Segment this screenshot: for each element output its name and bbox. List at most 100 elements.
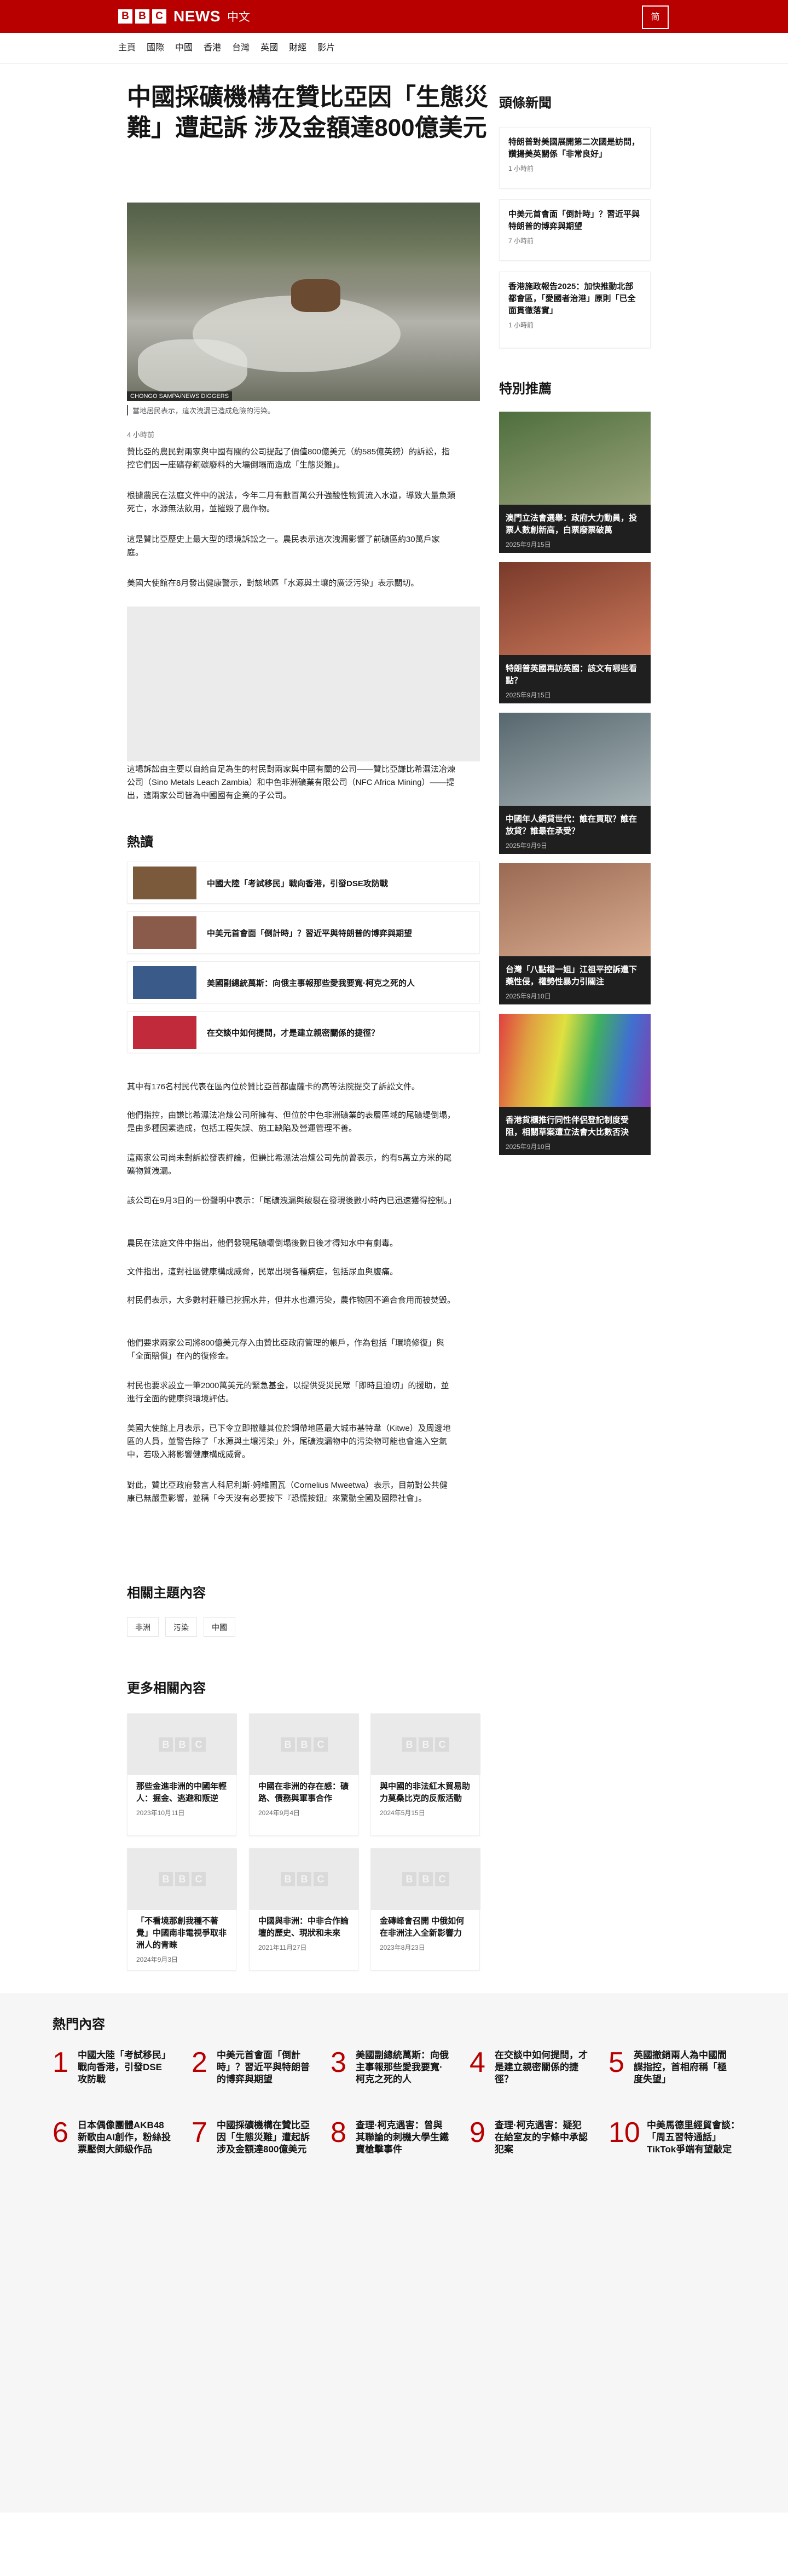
brand-language: 中文 [227, 11, 250, 24]
bbc-placeholder-image: BBC [250, 1714, 359, 1775]
card-title: 金磚峰會召開 中俄如何在非洲注入全新影響力 [380, 1916, 465, 1938]
brand-news: NEWS [173, 8, 221, 25]
feature-card[interactable]: 台灣「八點檔一姐」江祖平控訴遭下藥性侵，權勢性暴力引關注 2025年9月10日 [499, 863, 651, 1004]
nav-item-hongkong[interactable]: 香港 [204, 33, 221, 63]
trending-item[interactable]: 中國大陸「考試移民」戰向香港，引發DSE攻防戰 [127, 862, 480, 904]
most-read-title-text: 中國採礦機構在贊比亞因「生態災難」遭起訴 涉及金額達800億美元 [217, 2120, 310, 2155]
most-read-item[interactable]: 9 查理·柯克遇害：疑犯在給室友的字條中承認犯案 [470, 2117, 595, 2172]
card-date: 2024年9月3日 [136, 1956, 178, 1963]
top-story-time: 7 小時前 [508, 237, 534, 245]
most-read-item[interactable]: 7 中國採礦機構在贊比亞因「生態災難」遭起訴 涉及金額達800億美元 [192, 2117, 317, 2172]
nav-item-taiwan[interactable]: 台灣 [232, 33, 250, 63]
simplified-chinese-toggle[interactable]: 简 [642, 5, 669, 29]
related-topics-title: 相關主題內容 [127, 1586, 206, 1601]
article-paragraph: 其中有176名村民代表在區內位於贊比亞首都盧薩卡的高等法院提交了訴訟文件。 [127, 1082, 420, 1091]
article-paragraph: 這兩家公司尚未對訴訟發表評論，但謙比希濕法冶煉公司先前曾表示，約有5萬立方米的尾… [127, 1153, 452, 1176]
most-read-item[interactable]: 3 美國副總統萬斯：向俄主事報那些愛我要寬·柯克之死的人 [331, 2047, 456, 2102]
most-read-title-text: 中國大陸「考試移民」戰向香港，引發DSE攻防戰 [78, 2050, 171, 2084]
more-content-title: 更多相關內容 [127, 1681, 206, 1696]
feature-title: 澳門立法會選舉：政府大力動員，投票人數創新高，白票廢票破萬 [506, 513, 638, 535]
more-content-card[interactable]: BBC 與中國的非法紅木貿易助力莫桑比克的反叛活動 2024年5月15日 [370, 1713, 480, 1836]
article-headline: 中國採礦機構在贊比亞因「生態災難」遭起訴 涉及金額達800億美元 [127, 84, 488, 141]
nav-item-uk[interactable]: 英國 [260, 33, 278, 63]
logo-letter: B [118, 9, 132, 24]
most-read-title: 熱門內容 [53, 2017, 105, 2032]
rank-number: 7 [192, 2117, 207, 2148]
most-read-title-text: 中美馬德里經貿會談：「周五習特通話」TikTok爭端有望敲定 [647, 2120, 740, 2155]
bbc-placeholder-image: BBC [250, 1849, 359, 1910]
article-paragraph: 村民也要求設立一筆2000萬美元的緊急基金，以提供受災民眾「即時且迫切」的援助，… [127, 1381, 449, 1403]
card-date: 2024年5月15日 [380, 1809, 425, 1817]
top-story-card[interactable]: 香港施政報告2025：加快推動北部都會區，「愛國者治港」原則「已全面貫徹落實」 … [499, 272, 651, 348]
feature-card[interactable]: 澳門立法會選舉：政府大力動員，投票人數創新高，白票廢票破萬 2025年9月15日 [499, 412, 651, 553]
feature-card[interactable]: 香港貨櫃推行同性伴侶登記制度受阻，相關草案遭立法會大比數否決 2025年9月10… [499, 1014, 651, 1155]
top-story-title: 中美元首會面「倒計時」？習近平與特朗普的博弈與期望 [508, 210, 640, 231]
most-read-item[interactable]: 4 在交談中如何提問，才是建立親密關係的捷徑？ [470, 2047, 595, 2102]
article-paragraph: 對此，贊比亞政府發言人科尼利斯·姆維圖瓦（Cornelius Mweetwa）表… [127, 1481, 448, 1503]
more-content-card[interactable]: BBC 中國與非洲：中非合作論壇的歷史、現狀和未來 2021年11月27日 [249, 1848, 359, 1971]
topic-tag-pollution[interactable]: 污染 [165, 1617, 197, 1637]
topic-tag-china[interactable]: 中國 [204, 1617, 235, 1637]
most-read-item[interactable]: 8 查理·柯克遇害：曾與其聯論的刺機大學生鐵賣槍擊事件 [331, 2117, 456, 2172]
most-read-title-text: 查理·柯克遇害：曾與其聯論的刺機大學生鐵賣槍擊事件 [356, 2120, 449, 2155]
topic-tag-africa[interactable]: 非洲 [127, 1617, 159, 1637]
bbc-news-logo[interactable]: B B C NEWS 中文 [118, 8, 250, 25]
feature-card[interactable]: 特朗普英國再訪英國：該文有哪些看點？ 2025年9月15日 [499, 562, 651, 703]
most-read-item[interactable]: 2 中美元首會面「倒計時」？習近平與特朗普的博弈與期望 [192, 2047, 317, 2102]
feature-title: 香港貨櫃推行同性伴侶登記制度受阻，相關草案遭立法會大比數否決 [506, 1116, 629, 1137]
more-content-card[interactable]: BBC 金磚峰會召開 中俄如何在非洲注入全新影響力 2023年8月23日 [370, 1848, 480, 1971]
thumbnail-image [133, 867, 196, 899]
page-footer-area [0, 2201, 788, 2513]
article-paragraph: 美國大使館在8月發出健康警示，對該地區「水源與土壤的廣泛污染」表示關切。 [127, 579, 419, 588]
card-date: 2021年11月27日 [258, 1944, 307, 1951]
feature-image [499, 412, 651, 505]
feature-date: 2025年9月9日 [506, 842, 548, 850]
more-content-card[interactable]: BBC 中國在非洲的存在感：礦路、債務與軍事合作 2024年9月4日 [249, 1713, 359, 1836]
more-content-card[interactable]: BBC 「不看境那創我種不著覺」中國南非電視爭取非洲人的青睞 2024年9月3日 [127, 1848, 237, 1971]
rank-number: 8 [331, 2117, 346, 2148]
most-read-item[interactable]: 5 英國撤銷兩人為中國間諜指控，首相府稱「極度失望」 [609, 2047, 734, 2102]
card-title: 「不看境那創我種不著覺」中國南非電視爭取非洲人的青睞 [136, 1916, 227, 1950]
feature-title: 台灣「八點檔一姐」江祖平控訴遭下藥性侵，權勢性暴力引關注 [506, 965, 638, 986]
trending-item[interactable]: 中美元首會面「倒計時」？習近平與特朗普的博弈與期望 [127, 911, 480, 954]
bbc-placeholder-image: BBC [128, 1849, 237, 1910]
card-date: 2023年8月23日 [380, 1944, 425, 1951]
most-read-title-text: 查理·柯克遇害：疑犯在給室友的字條中承認犯案 [495, 2120, 588, 2155]
thumbnail-image [133, 1016, 196, 1049]
article-paragraph: 村民們表示，大多數村莊離已挖掘水井，但井水也遭污染，農作物因不適合食用而被焚毀。 [127, 1296, 456, 1305]
top-story-time: 1 小時前 [508, 321, 534, 329]
most-read-item[interactable]: 10 中美馬德里經貿會談：「周五習特通話」TikTok爭端有望敲定 [609, 2117, 740, 2172]
most-read-item[interactable]: 1 中國大陸「考試移民」戰向香港，引發DSE攻防戰 [53, 2047, 178, 2102]
nav-item-video[interactable]: 影片 [317, 33, 335, 63]
logo-letter: B [135, 9, 149, 24]
most-read-item[interactable]: 6 日本偶像團體AKB48新歌由AI創作，粉絲投票壓倒大師級作品 [53, 2117, 178, 2172]
rank-number: 4 [470, 2047, 485, 2078]
article-paragraph: 贊比亞的農民對兩家與中國有關的公司提起了價值800億美元（約585億英鎊）的訴訟… [127, 447, 450, 470]
article-paragraph: 這場訴訟由主要以自給自足為生的村民對兩家與中國有關的公司——贊比亞謙比希濕法冶煉… [127, 765, 456, 800]
article-paragraph: 他們要求兩家公司將800億美元存入由贊比亞政府管理的帳戶，作為包括「環境修復」與… [127, 1338, 445, 1361]
nav-item-home[interactable]: 主頁 [118, 33, 136, 63]
nav-item-world[interactable]: 國際 [147, 33, 164, 63]
trending-item[interactable]: 美國副總統萬斯：向俄主事報那些愛我要寬·柯克之死的人 [127, 961, 480, 1003]
most-read-title-text: 美國副總統萬斯：向俄主事報那些愛我要寬·柯克之死的人 [356, 2050, 449, 2084]
thumbnail-image [133, 916, 196, 949]
masthead: B B C NEWS 中文 简 [0, 0, 788, 33]
rank-number: 3 [331, 2047, 346, 2078]
card-date: 2023年10月11日 [136, 1809, 185, 1817]
top-story-card[interactable]: 中美元首會面「倒計時」？習近平與特朗普的博弈與期望 7 小時前 [499, 199, 651, 261]
more-content-card[interactable]: BBC 那些金進非洲的中國年輕人：掘金、逃避和叛逆 2023年10月11日 [127, 1713, 237, 1836]
card-title: 中國與非洲：中非合作論壇的歷史、現狀和未來 [258, 1916, 349, 1938]
article-paragraph: 美國大使館上月表示，已下令立即撤離其位於銅帶地區最大城市基特韋（Kitwe）及周… [127, 1424, 451, 1459]
features-title: 特別推薦 [499, 382, 552, 396]
article-timestamp: 4 小時前 [127, 431, 154, 439]
feature-card[interactable]: 中國年人網貸世代：誰在買取？誰在放貸？誰最在承受？ 2025年9月9日 [499, 713, 651, 854]
trending-item-title: 中國大陸「考試移民」戰向香港，引發DSE攻防戰 [207, 879, 388, 888]
feature-image [499, 863, 651, 956]
trending-item[interactable]: 在交談中如何提問，才是建立親密關係的捷徑？ [127, 1011, 480, 1053]
nav-item-china[interactable]: 中國 [175, 33, 193, 63]
top-story-title: 香港施政報告2025：加快推動北部都會區，「愛國者治港」原則「已全面貫徹落實」 [508, 282, 636, 315]
top-story-title: 特朗普對美國展開第二次國是訪問，讚揚美英關係「非常良好」 [508, 137, 640, 159]
top-story-card[interactable]: 特朗普對美國展開第二次國是訪問，讚揚美英關係「非常良好」 1 小時前 [499, 127, 651, 188]
most-read-title-text: 英國撤銷兩人為中國間諜指控，首相府稱「極度失望」 [634, 2050, 727, 2084]
nav-item-business[interactable]: 財經 [289, 33, 306, 63]
